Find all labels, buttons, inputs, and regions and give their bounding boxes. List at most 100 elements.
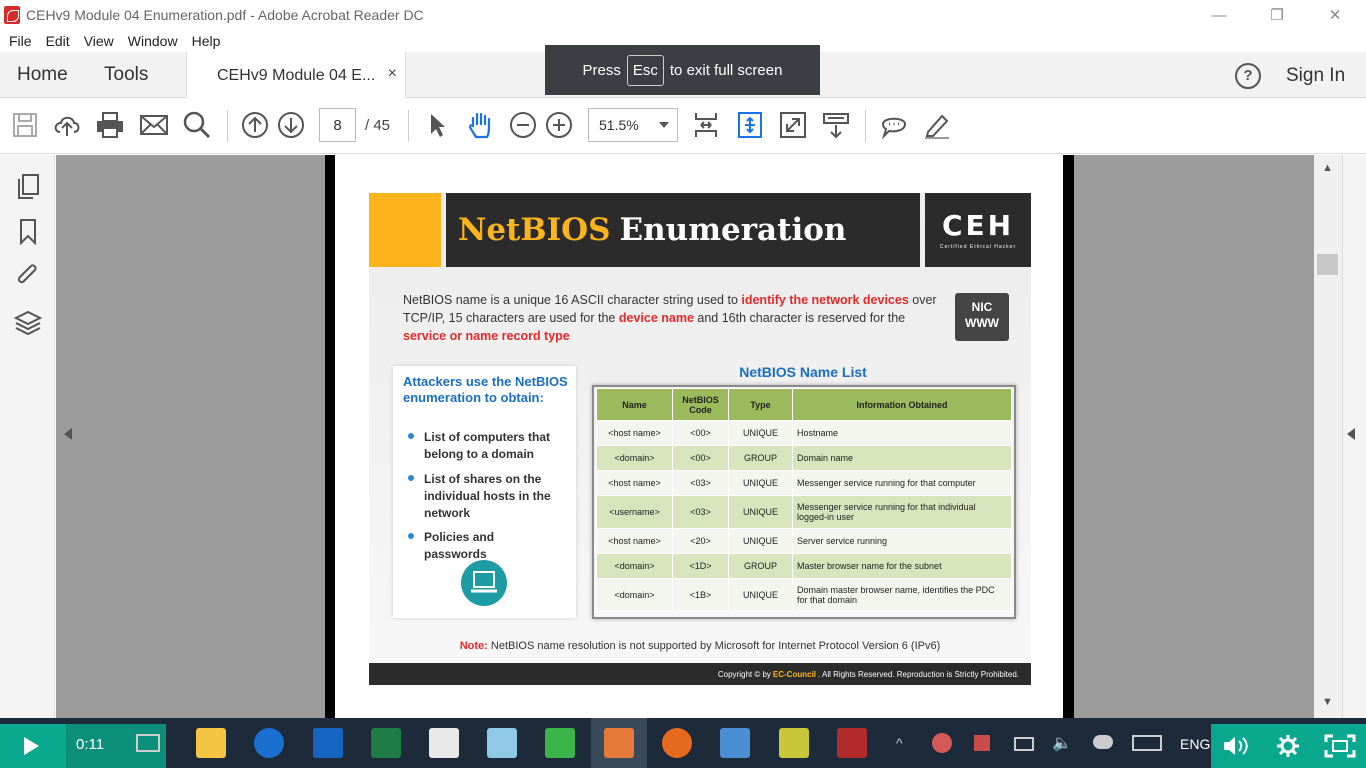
table-cell: UNIQUE bbox=[728, 420, 793, 446]
settings-gear-icon[interactable] bbox=[1276, 734, 1300, 764]
menu-window[interactable]: Window bbox=[128, 33, 178, 49]
tab-home[interactable]: Home bbox=[17, 64, 68, 86]
toolbar-separator bbox=[865, 110, 866, 142]
netbios-name-table: Name NetBIOS Code Type Information Obtai… bbox=[596, 388, 1012, 612]
save-icon[interactable] bbox=[10, 110, 40, 140]
collapse-left-panel-icon[interactable] bbox=[64, 428, 72, 440]
network-app-icon[interactable] bbox=[720, 728, 750, 758]
camtasia-recorder-icon[interactable] bbox=[604, 728, 634, 758]
excel-icon[interactable] bbox=[371, 728, 401, 758]
esc-key: Esc bbox=[626, 54, 664, 86]
ceh-logo-text: CEH bbox=[941, 209, 1015, 242]
ceh-logo-subtitle: Certified Ethical Hacker bbox=[939, 244, 1017, 250]
column-header: NetBIOS Code bbox=[672, 388, 729, 421]
upload-cloud-icon[interactable] bbox=[52, 110, 82, 140]
bullet-icon bbox=[408, 433, 414, 439]
document-tab-label: CEHv9 Module 04 E... bbox=[217, 66, 376, 84]
tab-document[interactable]: CEHv9 Module 04 E... × bbox=[186, 52, 406, 99]
language-indicator[interactable]: ENG bbox=[1180, 736, 1210, 752]
zoom-out-icon[interactable] bbox=[508, 110, 538, 140]
highlight-pen-icon[interactable] bbox=[922, 110, 952, 140]
tray-network-icon[interactable] bbox=[1014, 737, 1034, 751]
hand-tool-icon[interactable] bbox=[465, 110, 495, 140]
close-window-button[interactable]: ✕ bbox=[1312, 0, 1358, 30]
tab-tools[interactable]: Tools bbox=[104, 64, 148, 86]
vertical-scrollbar[interactable] bbox=[1314, 155, 1342, 718]
tray-keyboard-icon[interactable] bbox=[1132, 735, 1162, 751]
volume-icon[interactable] bbox=[1222, 734, 1250, 764]
slide-footer: Copyright © by EC-Council. All Rights Re… bbox=[369, 663, 1031, 685]
select-cursor-icon[interactable] bbox=[422, 110, 452, 140]
intro-highlight: service or name record type bbox=[403, 329, 570, 343]
full-screen-icon[interactable] bbox=[778, 110, 808, 140]
read-mode-icon[interactable] bbox=[821, 110, 851, 140]
camtasia-icon[interactable] bbox=[545, 728, 575, 758]
zoom-select[interactable]: 51.5% bbox=[588, 108, 678, 142]
menu-view[interactable]: View bbox=[84, 33, 114, 49]
bullet-icon bbox=[408, 533, 414, 539]
page-number-input[interactable]: 8 bbox=[319, 108, 356, 142]
table-cell: <domain> bbox=[596, 578, 673, 612]
scrollbar-thumb[interactable] bbox=[1317, 254, 1338, 275]
fullscreen-toggle-icon[interactable] bbox=[1324, 734, 1356, 764]
intro-text: NetBIOS name is a unique 16 ASCII charac… bbox=[403, 293, 742, 307]
scroll-mode-icon[interactable] bbox=[735, 110, 765, 140]
help-icon[interactable]: ? bbox=[1235, 63, 1261, 89]
next-page-icon[interactable] bbox=[276, 110, 306, 140]
email-icon[interactable] bbox=[139, 110, 169, 140]
window-title: CEHv9 Module 04 Enumeration.pdf - Adobe … bbox=[26, 7, 424, 23]
table-cell: Master browser name for the subnet bbox=[792, 553, 1012, 579]
tray-chevron-icon[interactable]: ^ bbox=[896, 735, 903, 751]
intro-text: and 16th character is reserved for the bbox=[693, 311, 906, 325]
table-row: <domain> <00> GROUP Domain name bbox=[596, 445, 1012, 471]
tool-app-icon[interactable] bbox=[779, 728, 809, 758]
menu-edit[interactable]: Edit bbox=[46, 33, 70, 49]
sign-in-link[interactable]: Sign In bbox=[1286, 65, 1345, 87]
tray-gift-icon[interactable] bbox=[974, 735, 990, 751]
print-icon[interactable] bbox=[95, 110, 125, 140]
note-label: Note: bbox=[459, 640, 488, 652]
previous-page-icon[interactable] bbox=[240, 110, 270, 140]
file-explorer-icon[interactable] bbox=[196, 728, 226, 758]
tray-volume-icon[interactable]: 🔈 bbox=[1052, 733, 1072, 753]
toolbar-separator bbox=[408, 110, 409, 142]
chevron-down-icon bbox=[659, 122, 669, 128]
list-item: Policies and passwords bbox=[408, 529, 558, 563]
fit-page-icon[interactable] bbox=[691, 110, 721, 140]
laptop-icon bbox=[461, 560, 507, 606]
edge-browser-icon[interactable] bbox=[254, 728, 284, 758]
search-icon[interactable] bbox=[182, 110, 212, 140]
task-view-icon[interactable] bbox=[136, 734, 160, 752]
tooltip-text: Press bbox=[582, 61, 621, 79]
menu-file[interactable]: File bbox=[9, 33, 32, 49]
play-button[interactable] bbox=[0, 724, 66, 768]
acrobat-taskbar-icon[interactable] bbox=[837, 728, 867, 758]
scroll-down-icon[interactable]: ▼ bbox=[1322, 696, 1333, 708]
zoom-in-icon[interactable] bbox=[544, 110, 574, 140]
table-cell: <username> bbox=[596, 495, 673, 529]
table-cell: Messenger service running for that indiv… bbox=[792, 495, 1012, 529]
expand-right-panel-icon[interactable] bbox=[1347, 428, 1355, 440]
title-bar: CEHv9 Module 04 Enumeration.pdf - Adobe … bbox=[0, 0, 1366, 30]
acrobat-icon bbox=[4, 6, 20, 24]
tray-onedrive-icon[interactable] bbox=[1093, 735, 1113, 749]
firefox-icon[interactable] bbox=[662, 728, 692, 758]
app-icon[interactable] bbox=[487, 728, 517, 758]
close-tab-icon[interactable]: × bbox=[388, 65, 397, 83]
attachment-icon[interactable] bbox=[14, 261, 42, 289]
table-cell: Server service running bbox=[792, 528, 1012, 554]
tray-app-icon[interactable] bbox=[932, 733, 952, 753]
outlook-icon[interactable] bbox=[313, 728, 343, 758]
restore-button[interactable]: ❐ bbox=[1254, 0, 1300, 30]
table-cell: Domain name bbox=[792, 445, 1012, 471]
menu-help[interactable]: Help bbox=[192, 33, 221, 49]
tooltip-text: to exit full screen bbox=[669, 61, 783, 79]
comment-icon[interactable] bbox=[879, 110, 909, 140]
scroll-up-icon[interactable]: ▲ bbox=[1322, 162, 1333, 174]
bullet-icon bbox=[408, 475, 414, 481]
store-icon[interactable] bbox=[429, 728, 459, 758]
layers-icon[interactable] bbox=[13, 309, 43, 337]
bookmark-icon[interactable] bbox=[14, 217, 42, 246]
minimize-button[interactable]: — bbox=[1196, 0, 1242, 30]
page-thumbnails-icon[interactable] bbox=[14, 172, 42, 200]
